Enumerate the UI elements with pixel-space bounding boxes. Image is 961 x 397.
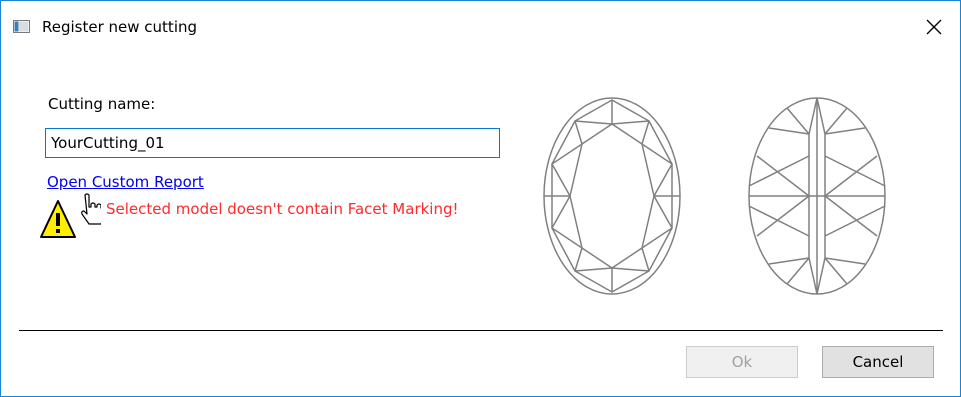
close-icon bbox=[926, 19, 942, 35]
title-bar[interactable]: Register new cutting bbox=[1, 1, 960, 53]
oval-crown-view bbox=[543, 97, 681, 295]
cancel-button[interactable]: Cancel bbox=[822, 346, 934, 378]
window-title: Register new cutting bbox=[42, 18, 198, 36]
oval-pavilion-view bbox=[748, 97, 886, 295]
hand-cursor-icon bbox=[81, 193, 101, 225]
cutting-name-label: Cutting name: bbox=[48, 95, 156, 113]
close-button[interactable] bbox=[916, 10, 952, 44]
divider bbox=[19, 330, 943, 331]
ok-button[interactable]: Ok bbox=[686, 346, 798, 378]
warning-triangle-icon bbox=[40, 193, 101, 238]
warning-message: Selected model doesn't contain Facet Mar… bbox=[106, 200, 459, 218]
app-icon bbox=[13, 20, 30, 33]
register-cutting-dialog: Register new cutting Cutting name: Open … bbox=[0, 0, 961, 397]
open-custom-report-link[interactable]: Open Custom Report bbox=[47, 173, 204, 191]
cutting-name-input[interactable] bbox=[45, 128, 500, 158]
